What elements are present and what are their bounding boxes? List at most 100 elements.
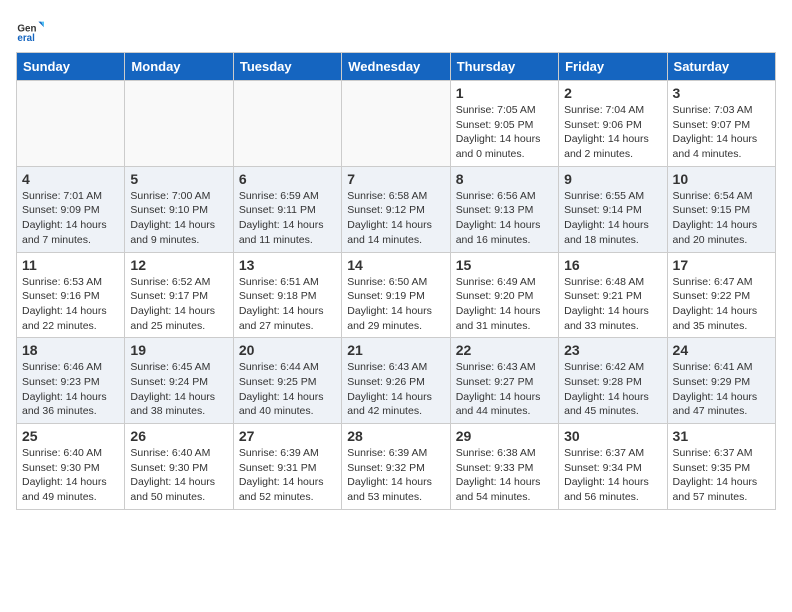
calendar-cell: 23 Sunrise: 6:42 AMSunset: 9:28 PMDayligh… <box>559 338 667 424</box>
calendar-cell: 16 Sunrise: 6:48 AMSunset: 9:21 PMDayligh… <box>559 252 667 338</box>
calendar-body: 1Sunrise: 7:05 AMSunset: 9:05 PMDaylight… <box>17 81 776 510</box>
cell-text: Sunrise: 6:58 AMSunset: 9:12 PMDaylight:… <box>347 189 444 248</box>
day-number: 25 <box>22 428 119 444</box>
header: Gen eral <box>16 16 776 44</box>
calendar-cell: 4 Sunrise: 7:01 AMSunset: 9:09 PMDaylight… <box>17 166 125 252</box>
calendar-cell: 22Sunrise: 6:43 AMSunset: 9:27 PMDayligh… <box>450 338 558 424</box>
cell-text: Sunrise: 6:40 AMSunset: 9:30 PMDaylight:… <box>130 446 227 505</box>
day-header-saturday: Saturday <box>667 53 775 81</box>
logo-icon: Gen eral <box>16 16 44 44</box>
calendar-cell: 28 Sunrise: 6:39 AMSunset: 9:32 PMDayligh… <box>342 424 450 510</box>
cell-text: Sunrise: 6:49 AMSunset: 9:20 PMDaylight:… <box>456 275 553 334</box>
day-number: 31 <box>673 428 770 444</box>
cell-text: Sunrise: 7:00 AMSunset: 9:10 PMDaylight:… <box>130 189 227 248</box>
cell-text: Sunrise: 6:41 AMSunset: 9:29 PMDaylight:… <box>673 360 770 419</box>
day-number: 14 <box>347 257 444 273</box>
day-number: 16 <box>564 257 661 273</box>
day-header-sunday: Sunday <box>17 53 125 81</box>
cell-text: Sunrise: 7:03 AMSunset: 9:07 PMDaylight:… <box>673 103 770 162</box>
calendar-cell: 19 Sunrise: 6:45 AMSunset: 9:24 PMDayligh… <box>125 338 233 424</box>
day-number: 19 <box>130 342 227 358</box>
day-number: 2 <box>564 85 661 101</box>
day-number: 4 <box>22 171 119 187</box>
calendar-cell: 29Sunrise: 6:38 AMSunset: 9:33 PMDayligh… <box>450 424 558 510</box>
cell-text: Sunrise: 6:50 AMSunset: 9:19 PMDaylight:… <box>347 275 444 334</box>
calendar-cell: 6 Sunrise: 6:59 AMSunset: 9:11 PMDaylight… <box>233 166 341 252</box>
calendar-cell: 27 Sunrise: 6:39 AMSunset: 9:31 PMDayligh… <box>233 424 341 510</box>
cell-text: Sunrise: 6:54 AMSunset: 9:15 PMDaylight:… <box>673 189 770 248</box>
logo: Gen eral <box>16 16 48 44</box>
calendar-cell: 9 Sunrise: 6:55 AMSunset: 9:14 PMDaylight… <box>559 166 667 252</box>
calendar-cell: 2 Sunrise: 7:04 AMSunset: 9:06 PMDaylight… <box>559 81 667 167</box>
calendar-week-5: 25 Sunrise: 6:40 AMSunset: 9:30 PMDayligh… <box>17 424 776 510</box>
day-number: 29 <box>456 428 553 444</box>
cell-text: Sunrise: 6:44 AMSunset: 9:25 PMDaylight:… <box>239 360 336 419</box>
calendar-cell <box>233 81 341 167</box>
day-number: 3 <box>673 85 770 101</box>
cell-text: Sunrise: 6:48 AMSunset: 9:21 PMDaylight:… <box>564 275 661 334</box>
cell-text: Sunrise: 6:59 AMSunset: 9:11 PMDaylight:… <box>239 189 336 248</box>
day-header-tuesday: Tuesday <box>233 53 341 81</box>
day-number: 8 <box>456 171 553 187</box>
calendar-cell: 21Sunrise: 6:43 AMSunset: 9:26 PMDayligh… <box>342 338 450 424</box>
calendar-cell: 25Sunrise: 6:40 AMSunset: 9:30 PMDayligh… <box>17 424 125 510</box>
day-number: 24 <box>673 342 770 358</box>
day-number: 7 <box>347 171 444 187</box>
calendar-cell: 14 Sunrise: 6:50 AMSunset: 9:19 PMDayligh… <box>342 252 450 338</box>
cell-text: Sunrise: 6:52 AMSunset: 9:17 PMDaylight:… <box>130 275 227 334</box>
svg-text:eral: eral <box>17 33 35 44</box>
cell-text: Sunrise: 6:39 AMSunset: 9:32 PMDaylight:… <box>347 446 444 505</box>
calendar-cell: 11 Sunrise: 6:53 AMSunset: 9:16 PMDayligh… <box>17 252 125 338</box>
day-number: 26 <box>130 428 227 444</box>
day-number: 22 <box>456 342 553 358</box>
calendar-week-1: 1Sunrise: 7:05 AMSunset: 9:05 PMDaylight… <box>17 81 776 167</box>
cell-text: Sunrise: 6:55 AMSunset: 9:14 PMDaylight:… <box>564 189 661 248</box>
day-number: 13 <box>239 257 336 273</box>
cell-text: Sunrise: 6:45 AMSunset: 9:24 PMDaylight:… <box>130 360 227 419</box>
cell-text: Sunrise: 6:42 AMSunset: 9:28 PMDaylight:… <box>564 360 661 419</box>
cell-text: Sunrise: 6:43 AMSunset: 9:26 PMDaylight:… <box>347 360 444 419</box>
calendar-cell: 13Sunrise: 6:51 AMSunset: 9:18 PMDayligh… <box>233 252 341 338</box>
day-header-thursday: Thursday <box>450 53 558 81</box>
calendar-cell: 24 Sunrise: 6:41 AMSunset: 9:29 PMDayligh… <box>667 338 775 424</box>
calendar-cell: 10 Sunrise: 6:54 AMSunset: 9:15 PMDayligh… <box>667 166 775 252</box>
day-number: 15 <box>456 257 553 273</box>
calendar-cell <box>342 81 450 167</box>
day-number: 18 <box>22 342 119 358</box>
cell-text: Sunrise: 7:01 AMSunset: 9:09 PMDaylight:… <box>22 189 119 248</box>
day-number: 30 <box>564 428 661 444</box>
day-header-wednesday: Wednesday <box>342 53 450 81</box>
calendar-cell: 18Sunrise: 6:46 AMSunset: 9:23 PMDayligh… <box>17 338 125 424</box>
calendar-cell: 8Sunrise: 6:56 AMSunset: 9:13 PMDaylight… <box>450 166 558 252</box>
calendar-week-3: 11 Sunrise: 6:53 AMSunset: 9:16 PMDayligh… <box>17 252 776 338</box>
calendar-cell: 26 Sunrise: 6:40 AMSunset: 9:30 PMDayligh… <box>125 424 233 510</box>
day-number: 9 <box>564 171 661 187</box>
calendar-cell <box>17 81 125 167</box>
day-header-monday: Monday <box>125 53 233 81</box>
calendar-cell: 1Sunrise: 7:05 AMSunset: 9:05 PMDaylight… <box>450 81 558 167</box>
calendar-cell: 30 Sunrise: 6:37 AMSunset: 9:34 PMDayligh… <box>559 424 667 510</box>
day-number: 27 <box>239 428 336 444</box>
calendar-cell: 12 Sunrise: 6:52 AMSunset: 9:17 PMDayligh… <box>125 252 233 338</box>
cell-text: Sunrise: 6:37 AMSunset: 9:34 PMDaylight:… <box>564 446 661 505</box>
day-number: 11 <box>22 257 119 273</box>
day-number: 17 <box>673 257 770 273</box>
calendar-cell: 5 Sunrise: 7:00 AMSunset: 9:10 PMDaylight… <box>125 166 233 252</box>
day-number: 12 <box>130 257 227 273</box>
day-header-friday: Friday <box>559 53 667 81</box>
calendar-week-2: 4 Sunrise: 7:01 AMSunset: 9:09 PMDaylight… <box>17 166 776 252</box>
day-number: 28 <box>347 428 444 444</box>
cell-text: Sunrise: 6:39 AMSunset: 9:31 PMDaylight:… <box>239 446 336 505</box>
day-number: 10 <box>673 171 770 187</box>
calendar-cell: 31Sunrise: 6:37 AMSunset: 9:35 PMDayligh… <box>667 424 775 510</box>
cell-text: Sunrise: 7:04 AMSunset: 9:06 PMDaylight:… <box>564 103 661 162</box>
calendar-cell: 7 Sunrise: 6:58 AMSunset: 9:12 PMDaylight… <box>342 166 450 252</box>
days-header-row: SundayMondayTuesdayWednesdayThursdayFrid… <box>17 53 776 81</box>
day-number: 6 <box>239 171 336 187</box>
calendar-cell: 3 Sunrise: 7:03 AMSunset: 9:07 PMDaylight… <box>667 81 775 167</box>
day-number: 23 <box>564 342 661 358</box>
cell-text: Sunrise: 6:47 AMSunset: 9:22 PMDaylight:… <box>673 275 770 334</box>
cell-text: Sunrise: 6:53 AMSunset: 9:16 PMDaylight:… <box>22 275 119 334</box>
day-number: 5 <box>130 171 227 187</box>
calendar-table: SundayMondayTuesdayWednesdayThursdayFrid… <box>16 52 776 510</box>
